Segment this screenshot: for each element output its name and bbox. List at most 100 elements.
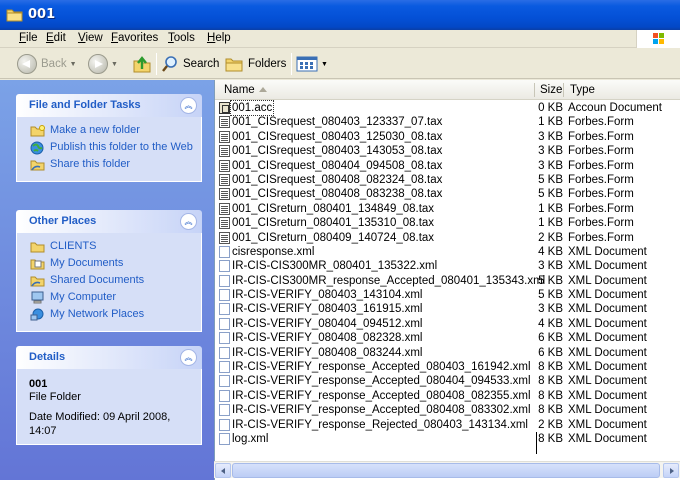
folders-button[interactable]: Folders	[224, 52, 286, 76]
file-size: 3 KB	[538, 159, 563, 172]
file-type: XML Document	[568, 389, 647, 402]
details-header[interactable]: Details ︽	[16, 346, 202, 369]
file-row[interactable]: IR-CIS-VERIFY_response_Accepted_080404_0…	[215, 374, 680, 388]
file-row[interactable]: IR-CIS-VERIFY_080408_083244.xml 6 KB XML D…	[215, 346, 680, 360]
file-name: 001_CISreturn_080409_140724_08.tax	[232, 231, 435, 244]
up-folder-button[interactable]	[132, 52, 152, 76]
file-row[interactable]: 001_CISrequest_080408_082324_08.tax 5 KB F…	[215, 173, 680, 187]
task-label: Publish this folder to the Web	[50, 141, 193, 153]
forward-button[interactable]: ▼	[88, 52, 118, 76]
file-row[interactable]: 001_CISrequest_080403_143053_08.tax 3 KB F…	[215, 144, 680, 158]
xml-file-icon	[219, 346, 230, 359]
collapse-chevron-icon[interactable]: ︽	[180, 97, 197, 114]
search-button[interactable]: Search	[161, 52, 219, 76]
folder-icon	[6, 9, 23, 22]
file-row[interactable]: 001_CISrequest_080408_083238_08.tax 5 KB F…	[215, 187, 680, 201]
toolbar: Back ▼ ▼ Search Folders ▼	[0, 49, 680, 79]
file-row[interactable]: 001_CISrequest_080404_094508_08.tax 3 KB F…	[215, 159, 680, 173]
place-my-computer[interactable]: My Computer	[29, 291, 201, 304]
chevron-down-icon: ▼	[69, 60, 77, 68]
file-size: 8 KB	[538, 361, 563, 374]
up-folder-icon	[133, 56, 151, 73]
menu-favorites[interactable]: Favorites	[111, 32, 158, 44]
file-name: IR-CIS-CIS300MR_080401_135322.xml	[232, 260, 438, 273]
xml-file-icon	[219, 332, 230, 345]
file-size: 5 KB	[538, 274, 563, 287]
column-type[interactable]: Type	[570, 84, 595, 96]
file-row[interactable]: log.xml 8 KB XML Document	[215, 432, 680, 446]
scroll-right-button[interactable]	[663, 463, 679, 478]
file-name: IR-CIS-VERIFY_response_Accepted_080408_0…	[232, 404, 531, 417]
file-row[interactable]: IR-CIS-VERIFY_response_Accepted_080403_1…	[215, 360, 680, 374]
other-places-header[interactable]: Other Places ︽	[16, 210, 202, 233]
views-button[interactable]: ▼	[296, 52, 328, 76]
folders-label: Folders	[248, 58, 287, 70]
horizontal-scrollbar[interactable]	[214, 461, 680, 478]
task-publish-folder[interactable]: Publish this folder to the Web	[29, 141, 201, 154]
file-size: 8 KB	[538, 375, 563, 388]
place-clients[interactable]: CLIENTS	[29, 240, 201, 253]
details-modified: Date Modified: 09 April 2008, 14:07	[29, 411, 171, 437]
menu-view[interactable]: View	[78, 32, 103, 44]
back-button[interactable]: Back ▼	[17, 52, 77, 76]
form-file-icon	[219, 217, 230, 230]
file-row[interactable]: 001.acc 0 KB Accoun Document	[215, 100, 680, 116]
place-my-network-places[interactable]: My Network Places	[29, 308, 201, 321]
file-row[interactable]: IR-CIS-VERIFY_080403_143104.xml 5 KB XML D…	[215, 288, 680, 302]
column-size[interactable]: Size	[540, 84, 562, 96]
task-share-folder[interactable]: Share this folder	[29, 158, 201, 171]
file-row[interactable]: IR-CIS-VERIFY_response_Accepted_080408_0…	[215, 403, 680, 417]
menu-edit[interactable]: Edit	[46, 32, 66, 44]
file-size: 4 KB	[538, 245, 563, 258]
file-name: IR-CIS-CIS300MR_response_Accepted_080401…	[232, 274, 546, 287]
file-row[interactable]: IR-CIS-VERIFY_response_Accepted_080408_0…	[215, 389, 680, 403]
file-name: 001_CISreturn_080401_135310_08.tax	[232, 217, 435, 230]
file-row[interactable]: 001_CISreturn_080409_140724_08.tax 2 KB Fo…	[215, 231, 680, 245]
file-type: XML Document	[568, 418, 647, 431]
file-rows: 001.acc 0 KB Accoun Document 001_CISrequest…	[215, 100, 680, 446]
file-row[interactable]: IR-CIS-VERIFY_080403_161915.xml 3 KB XML D…	[215, 302, 680, 316]
xml-file-icon	[219, 375, 230, 388]
place-my-documents[interactable]: My Documents	[29, 257, 201, 270]
scroll-thumb[interactable]	[232, 463, 660, 478]
file-name: IR-CIS-VERIFY_response_Accepted_080403_1…	[232, 361, 531, 374]
place-shared-documents[interactable]: Shared Documents	[29, 274, 201, 287]
file-size: 6 KB	[538, 332, 563, 345]
file-list: Name Size Type 001.acc 0 KB Accoun Documen…	[214, 80, 680, 480]
file-name: 001_CISreturn_080401_134849_08.tax	[232, 202, 435, 215]
collapse-chevron-icon[interactable]: ︽	[180, 213, 197, 230]
xml-file-icon	[219, 245, 230, 258]
file-row[interactable]: 001_CISrequest_080403_125030_08.tax 3 KB F…	[215, 130, 680, 144]
file-row[interactable]: IR-CIS-CIS300MR_response_Accepted_080401…	[215, 274, 680, 288]
menu-file[interactable]: File	[19, 32, 38, 44]
file-type: Forbes.Form	[568, 116, 634, 129]
file-row[interactable]: 001_CISreturn_080401_134849_08.tax 1 KB Fo…	[215, 202, 680, 216]
task-make-new-folder[interactable]: Make a new folder	[29, 124, 201, 137]
file-row[interactable]: IR-CIS-CIS300MR_080401_135322.xml 3 KB XML…	[215, 259, 680, 273]
title-bar[interactable]: 001	[0, 0, 680, 30]
column-name[interactable]: Name	[224, 84, 255, 96]
file-row[interactable]: IR-CIS-VERIFY_080408_082328.xml 6 KB XML D…	[215, 331, 680, 345]
form-file-icon	[219, 188, 230, 201]
file-row[interactable]: IR-CIS-VERIFY_080404_094512.xml 4 KB XML D…	[215, 317, 680, 331]
menu-tools[interactable]: Tools	[168, 32, 195, 44]
my-documents-icon	[29, 257, 45, 270]
file-name: IR-CIS-VERIFY_080403_161915.xml	[232, 303, 423, 316]
xml-file-icon	[219, 418, 230, 431]
file-row[interactable]: 001_CISreturn_080401_135310_08.tax 1 KB Fo…	[215, 216, 680, 230]
xml-file-icon	[219, 361, 230, 374]
chevron-down-icon: ▼	[111, 60, 118, 68]
file-type: Forbes.Form	[568, 173, 634, 186]
file-folder-tasks-header[interactable]: File and Folder Tasks ︽	[16, 94, 202, 117]
collapse-chevron-icon[interactable]: ︽	[180, 349, 197, 366]
scroll-left-button[interactable]	[215, 463, 231, 478]
file-size: 6 KB	[538, 346, 563, 359]
search-label: Search	[183, 58, 220, 70]
file-name: IR-CIS-VERIFY_response_Accepted_080404_0…	[232, 375, 531, 388]
file-row[interactable]: IR-CIS-VERIFY_response_Rejected_080403_1…	[215, 418, 680, 432]
file-row[interactable]: 001_CISrequest_080403_123337_07.tax 1 KB F…	[215, 115, 680, 129]
file-name: IR-CIS-VERIFY_response_Accepted_080408_0…	[232, 389, 531, 402]
menu-help[interactable]: Help	[207, 32, 231, 44]
file-size: 3 KB	[538, 260, 563, 273]
file-row[interactable]: cisresponse.xml 4 KB XML Document	[215, 245, 680, 259]
